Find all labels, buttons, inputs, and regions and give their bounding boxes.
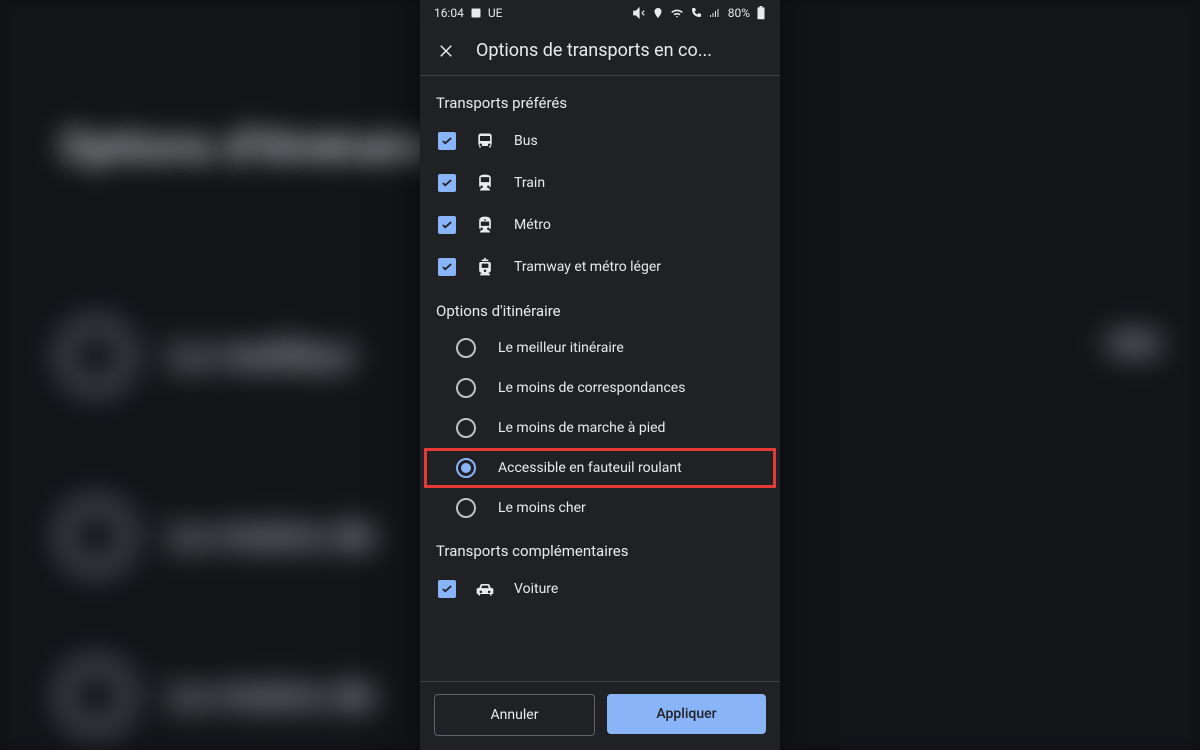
section-route-title: Options d'itinéraire (420, 288, 780, 328)
preferred-label: Tramway et métro léger (514, 259, 661, 275)
train-icon (474, 172, 496, 194)
mute-icon (632, 6, 646, 20)
section-extra-title: Transports complémentaires (420, 528, 780, 568)
extra-row[interactable]: Voiture (420, 568, 780, 610)
route-option-row[interactable]: Le moins de correspondances (420, 368, 780, 408)
checkbox[interactable] (438, 580, 456, 598)
tram-icon (474, 256, 496, 278)
call-icon (690, 7, 702, 19)
status-time: 16:04 (434, 6, 464, 20)
route-option-row[interactable]: Accessible en fauteuil roulant (420, 448, 780, 488)
preferred-row[interactable]: Métro (420, 204, 780, 246)
wifi-icon (670, 6, 684, 20)
route-option-row[interactable]: Le moins de marche à pied (420, 408, 780, 448)
preferred-row[interactable]: Tramway et métro léger (420, 246, 780, 288)
cancel-button[interactable]: Annuler (434, 694, 595, 736)
page-title: Options de transports en co... (476, 40, 712, 61)
footer: Annuler Appliquer (420, 681, 780, 750)
car-icon (474, 578, 496, 600)
route-option-row[interactable]: Le moins cher (420, 488, 780, 528)
radio[interactable] (456, 458, 476, 478)
status-carrier: UE (488, 6, 503, 20)
section-preferred-title: Transports préférés (420, 80, 780, 120)
checkbox[interactable] (438, 216, 456, 234)
checkbox[interactable] (438, 132, 456, 150)
radio[interactable] (456, 378, 476, 398)
radio[interactable] (456, 418, 476, 438)
preferred-label: Métro (514, 217, 551, 233)
content: Transports préférés Bus Train Métro Tramway… (420, 76, 780, 681)
image-icon (470, 7, 482, 19)
route-option-label: Le moins de correspondances (498, 380, 685, 396)
route-option-label: Le moins de marche à pied (498, 420, 665, 436)
preferred-label: Bus (514, 133, 538, 149)
metro-icon (474, 214, 496, 236)
close-icon (437, 42, 455, 60)
extra-label: Voiture (514, 581, 558, 597)
route-option-row[interactable]: Le meilleur itinéraire (420, 328, 780, 368)
preferred-row[interactable]: Bus (420, 120, 780, 162)
radio[interactable] (456, 338, 476, 358)
preferred-row[interactable]: Train (420, 162, 780, 204)
apply-button[interactable]: Appliquer (607, 694, 766, 734)
route-option-label: Accessible en fauteuil roulant (498, 460, 682, 476)
route-option-label: Le moins cher (498, 500, 586, 516)
preferred-label: Train (514, 175, 545, 191)
radio[interactable] (456, 498, 476, 518)
status-battery-text: 80% (728, 6, 750, 20)
checkbox[interactable] (438, 258, 456, 276)
titlebar: Options de transports en co... (420, 26, 780, 76)
phone-screen: 16:04 UE 80% Options de transports en co… (420, 0, 780, 750)
close-button[interactable] (436, 41, 456, 61)
signal-icon (708, 7, 722, 19)
location-icon (652, 7, 664, 19)
checkbox[interactable] (438, 174, 456, 192)
route-option-label: Le meilleur itinéraire (498, 340, 624, 356)
bus-icon (474, 130, 496, 152)
battery-icon (756, 6, 766, 20)
status-bar: 16:04 UE 80% (420, 0, 780, 26)
